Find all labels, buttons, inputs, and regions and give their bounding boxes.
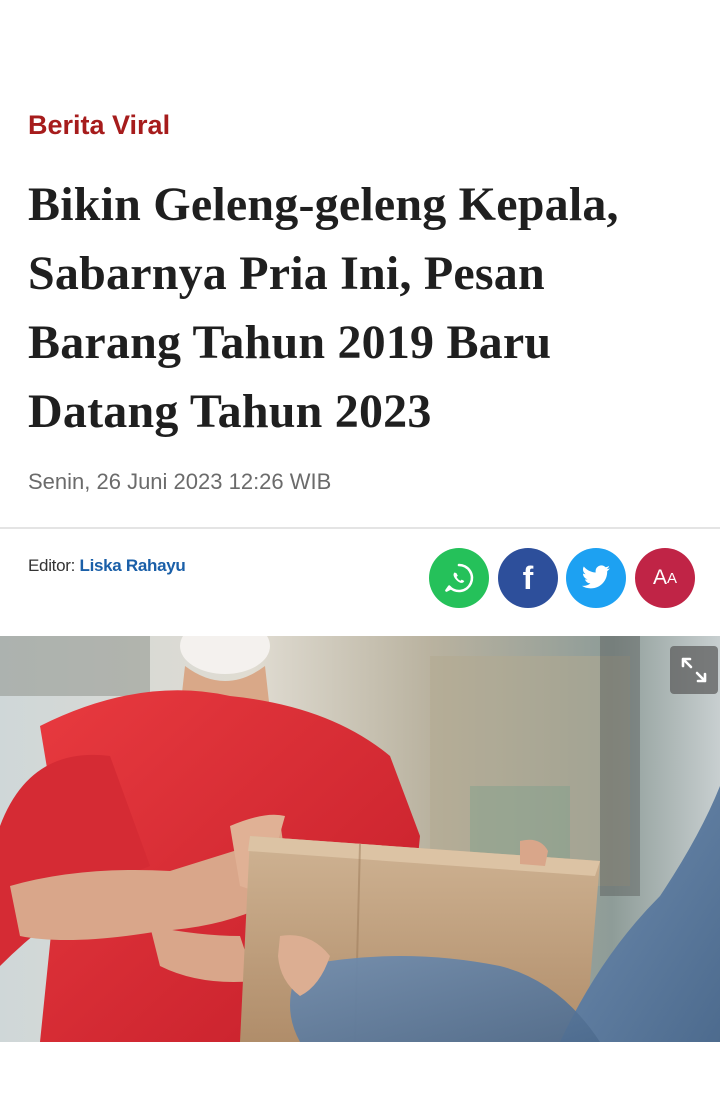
- expand-photo-button[interactable]: [670, 646, 718, 694]
- article-title-line: Barang Tahun 2019 Baru: [28, 316, 552, 369]
- whatsapp-icon: [445, 563, 474, 593]
- editor-label: Editor:: [28, 556, 76, 575]
- article-title: Bikin Geleng-geleng Kepala, Sabarnya Pri…: [28, 170, 698, 446]
- font-size-button[interactable]: AA: [635, 548, 695, 608]
- category-label[interactable]: Berita Viral: [28, 110, 170, 141]
- facebook-icon: f: [522, 560, 534, 596]
- share-whatsapp-button[interactable]: [429, 548, 489, 608]
- publish-date: Senin, 26 Juni 2023 12:26 WIB: [28, 469, 332, 494]
- font-size-label-big: A: [652, 566, 667, 589]
- share-twitter-button[interactable]: [566, 548, 626, 608]
- editor-name-link[interactable]: Liska Rahayu: [79, 556, 185, 575]
- divider: [0, 527, 720, 529]
- photo-illustration: [0, 636, 720, 1042]
- article-title-line: Bikin Geleng-geleng Kepala,: [28, 178, 619, 231]
- font-size-label-small: A: [667, 569, 678, 587]
- article-title-line: Sabarnya Pria Ini, Pesan: [28, 247, 545, 300]
- editor-byline: Editor: Liska Rahayu: [28, 556, 186, 576]
- share-facebook-button[interactable]: f: [498, 548, 558, 608]
- article-photo[interactable]: [0, 636, 720, 1042]
- article-title-line: Datang Tahun 2023: [28, 385, 432, 438]
- twitter-icon: [581, 565, 610, 589]
- expand-icon: [681, 657, 707, 683]
